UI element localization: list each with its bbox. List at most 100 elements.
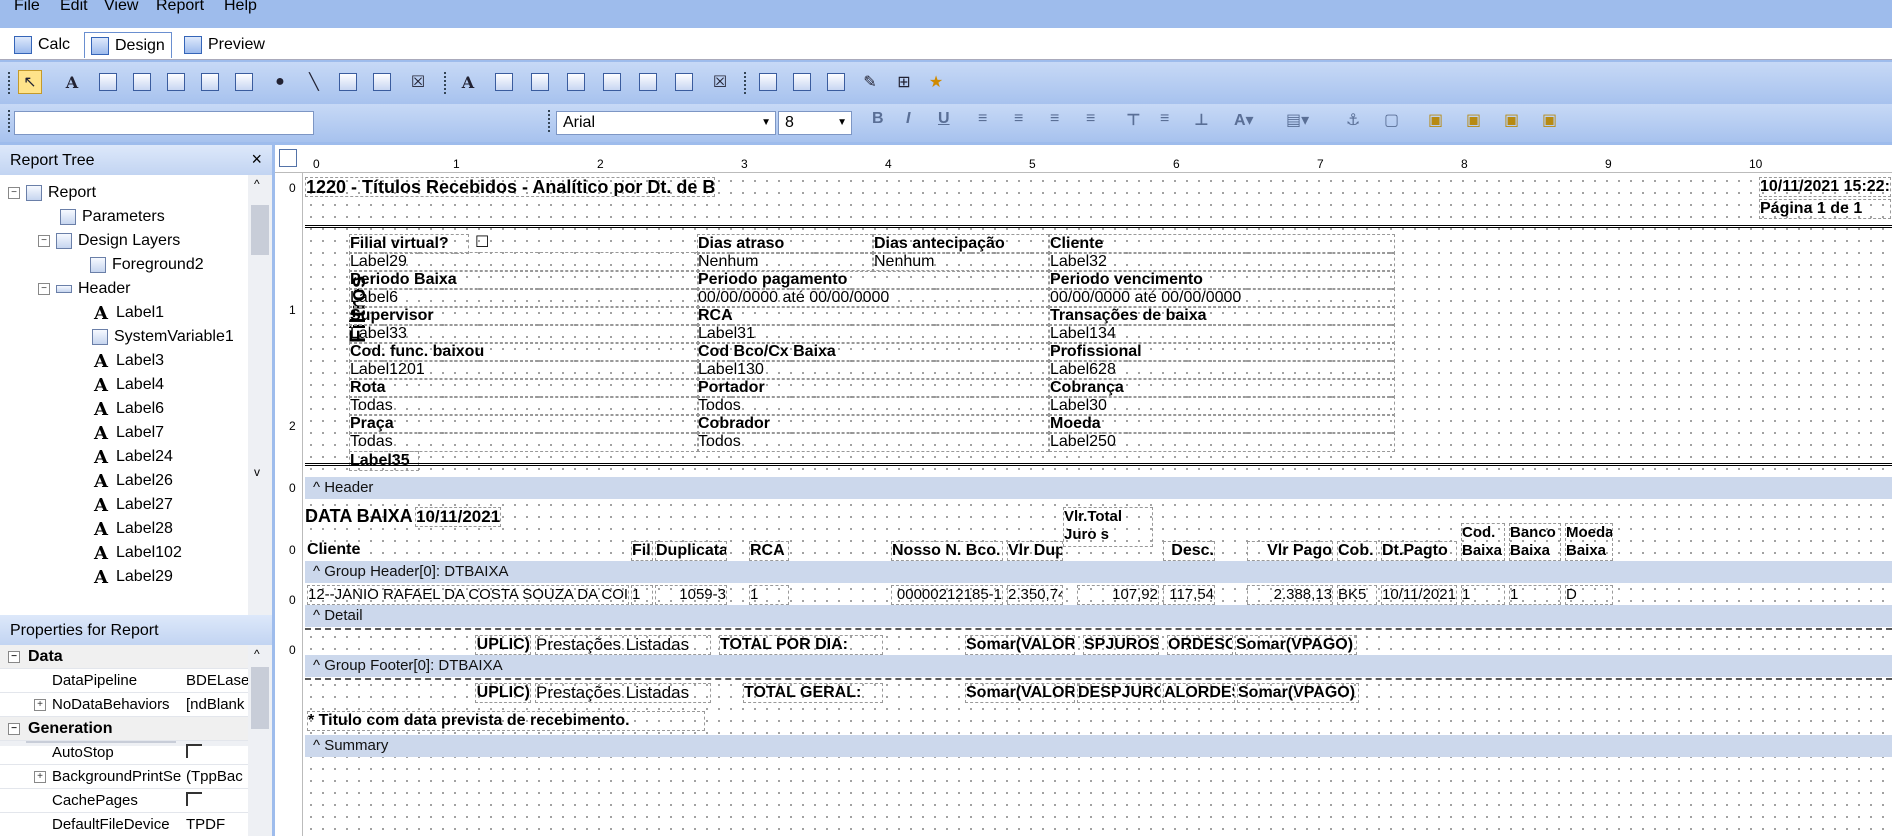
band-group-footer[interactable]: ^ Group Footer[0]: DTBAIXA bbox=[305, 655, 1892, 677]
expand-icon[interactable]: + bbox=[34, 770, 46, 783]
sum-prestacoes[interactable]: Prestações Listadas bbox=[535, 683, 711, 703]
tab-calc[interactable]: Calc bbox=[8, 32, 76, 58]
font-name-select[interactable]: Arial ▼ bbox=[556, 111, 776, 135]
send-back-icon[interactable]: ▣ bbox=[1466, 110, 1481, 130]
detail-dt-pagto[interactable]: 10/11/2021 bbox=[1381, 585, 1457, 605]
filter-label250[interactable]: Label250 bbox=[1049, 432, 1395, 452]
gf-total-dia[interactable]: TOTAL POR DIA: bbox=[719, 635, 883, 655]
image-tool-icon[interactable] bbox=[232, 70, 256, 94]
band-group-header[interactable]: ^ Group Header[0]: DTBAIXA bbox=[305, 561, 1892, 583]
font-size-select[interactable]: 8 ▼ bbox=[778, 111, 852, 135]
filter-cobranca-label[interactable]: Cobrança bbox=[1049, 378, 1395, 398]
tree-node-report[interactable]: − Report bbox=[8, 181, 96, 205]
toolbar-grip[interactable] bbox=[444, 72, 447, 94]
tree-node-design-layers[interactable]: − Design Layers bbox=[38, 229, 180, 253]
gf-prestacoes[interactable]: Prestações Listadas bbox=[535, 635, 711, 655]
collapse-icon[interactable]: − bbox=[38, 283, 50, 295]
filial-virtual-checkbox[interactable]: ☐ bbox=[475, 232, 489, 252]
filter-periodo-baixa-label[interactable]: Periodo Baixa bbox=[349, 270, 699, 290]
filter-praca-label[interactable]: Praça bbox=[349, 414, 699, 434]
gf-ordesc[interactable]: ORDESC) bbox=[1167, 635, 1233, 655]
border-icon[interactable]: ▢ bbox=[1384, 110, 1399, 130]
detail-nosso-n[interactable]: 00000212185-1 bbox=[891, 585, 1003, 605]
expand-icon[interactable]: + bbox=[34, 698, 46, 711]
tree-node-label3[interactable]: A Label3 bbox=[92, 349, 164, 373]
tree-node-header[interactable]: − Header bbox=[38, 277, 130, 301]
col-fil[interactable]: Fil. bbox=[631, 541, 653, 561]
data-baixa-label[interactable]: DATA BAIXA: bbox=[305, 507, 413, 525]
report-canvas[interactable]: 1220 - Títulos Recebidos - Analítico por… bbox=[305, 175, 1892, 836]
col-vlr-pago[interactable]: Vlr Pago bbox=[1247, 541, 1333, 561]
sum-uplic[interactable]: UPLIC) bbox=[475, 683, 531, 703]
menu-view[interactable]: View bbox=[104, 0, 138, 16]
tree-node-label28[interactable]: A Label28 bbox=[92, 517, 173, 541]
prop-value[interactable]: (TppBac bbox=[186, 768, 248, 785]
filter-label31[interactable]: Label31 bbox=[697, 324, 1049, 344]
underline-button[interactable]: U bbox=[938, 110, 950, 128]
detail-cod-baixa[interactable]: 1 bbox=[1461, 585, 1505, 605]
shape-tool-icon[interactable]: ● bbox=[268, 70, 292, 94]
tree-node-label29[interactable]: A Label29 bbox=[92, 565, 173, 589]
filter-periodo-pagamento-value[interactable]: 00/00/0000 até 00/00/0000 bbox=[697, 288, 1049, 308]
prop-row-backgroundprint[interactable]: + BackgroundPrintSe (TppBac bbox=[0, 765, 248, 789]
tab-design[interactable]: Design bbox=[84, 32, 172, 58]
italic-button[interactable]: I bbox=[906, 110, 910, 128]
anchor-icon[interactable]: ⚓ bbox=[1346, 110, 1360, 130]
align-right-icon[interactable]: ≡ bbox=[1050, 110, 1059, 128]
detail-cob[interactable]: BK5 bbox=[1337, 585, 1377, 605]
menu-help[interactable]: Help bbox=[224, 0, 257, 16]
gf-somar-valor[interactable]: Somar(VALOR) bbox=[965, 635, 1075, 655]
dbcheckbox-tool-icon[interactable]: ☒ bbox=[708, 70, 732, 94]
checkbox-tool-icon[interactable]: ☒ bbox=[406, 70, 430, 94]
tree-node-label6[interactable]: A Label6 bbox=[92, 397, 164, 421]
collapse-icon[interactable]: − bbox=[8, 650, 20, 663]
filter-portador-value[interactable]: Todos bbox=[697, 396, 1049, 416]
font-color-icon[interactable]: A▾ bbox=[1234, 110, 1254, 130]
prop-row-defaultfiledevice[interactable]: DefaultFileDevice TPDF bbox=[0, 813, 248, 836]
menu-file[interactable]: File bbox=[14, 0, 40, 16]
prop-value[interactable]: BDELase bbox=[186, 672, 248, 689]
detail-cliente[interactable]: 12--JANIO RAFAEL DA COSTA SOUZA DA COI bbox=[307, 585, 629, 605]
sum-despjuros[interactable]: DESPJUROS) bbox=[1077, 683, 1161, 703]
scrollbar-thumb[interactable] bbox=[251, 205, 269, 255]
memo-tool-icon[interactable] bbox=[96, 70, 120, 94]
col-dt-pagto[interactable]: Dt.Pagto bbox=[1381, 541, 1457, 561]
filter-label628[interactable]: Label628 bbox=[1049, 360, 1395, 380]
data-baixa-value[interactable]: 10/11/2021 bbox=[415, 507, 501, 527]
filter-label33[interactable]: Label33 bbox=[349, 324, 699, 344]
menu-edit[interactable]: Edit bbox=[60, 0, 88, 16]
subreport-tool-icon[interactable] bbox=[790, 70, 814, 94]
filter-transacoes-label[interactable]: Transações de baixa bbox=[1049, 306, 1395, 326]
filter-periodo-pagamento-label[interactable]: Periodo pagamento bbox=[697, 270, 1049, 290]
component-name-field[interactable] bbox=[14, 111, 314, 135]
wizard-tool-icon[interactable]: ★ bbox=[924, 70, 948, 94]
sum-note[interactable]: * Titulo com data prevista de recebiment… bbox=[307, 711, 705, 731]
prop-value[interactable]: TPDF bbox=[186, 816, 248, 833]
tree-node-parameters[interactable]: Parameters bbox=[60, 205, 165, 229]
2dbarcode-tool-icon[interactable] bbox=[370, 70, 394, 94]
detail-vlr-dupl[interactable]: 2.350,74 bbox=[1007, 585, 1063, 605]
col-cliente[interactable]: Cliente bbox=[307, 541, 629, 559]
filter-moeda-label[interactable]: Moeda bbox=[1049, 414, 1395, 434]
datetime-label[interactable]: 10/11/2021 15:22:0 bbox=[1759, 177, 1891, 197]
valign-middle-icon[interactable]: ≡ bbox=[1160, 110, 1169, 128]
toolbar-grip[interactable] bbox=[8, 110, 11, 132]
detail-moeda[interactable]: D bbox=[1565, 585, 1613, 605]
gf-spjuros[interactable]: SPJUROS) bbox=[1083, 635, 1159, 655]
filter-dias-atraso-value[interactable]: Nenhum bbox=[697, 252, 873, 272]
prop-row-datapipeline[interactable]: DataPipeline BDELase bbox=[0, 669, 248, 693]
toolbar-grip[interactable] bbox=[8, 72, 11, 94]
filter-profissional-label[interactable]: Profissional bbox=[1049, 342, 1395, 362]
filter-cobrador-label[interactable]: Cobrador bbox=[697, 414, 1049, 434]
filter-supervisor-label[interactable]: Supervisor bbox=[349, 306, 699, 326]
detail-fil[interactable]: 1 bbox=[631, 585, 653, 605]
prop-value[interactable]: [ndBlank bbox=[186, 696, 248, 713]
filter-cliente-label[interactable]: Cliente bbox=[1049, 234, 1395, 254]
sum-somar-valor[interactable]: Somar(VALOR) bbox=[965, 683, 1075, 703]
filter-label29[interactable]: Label29 bbox=[349, 252, 699, 272]
tree-node-label24[interactable]: A Label24 bbox=[92, 445, 173, 469]
dbcalc-tool-icon[interactable] bbox=[564, 70, 588, 94]
scroll-up-icon[interactable]: ^ bbox=[254, 177, 260, 191]
tree-node-label27[interactable]: A Label27 bbox=[92, 493, 173, 517]
tree-node-label7[interactable]: A Label7 bbox=[92, 421, 164, 445]
